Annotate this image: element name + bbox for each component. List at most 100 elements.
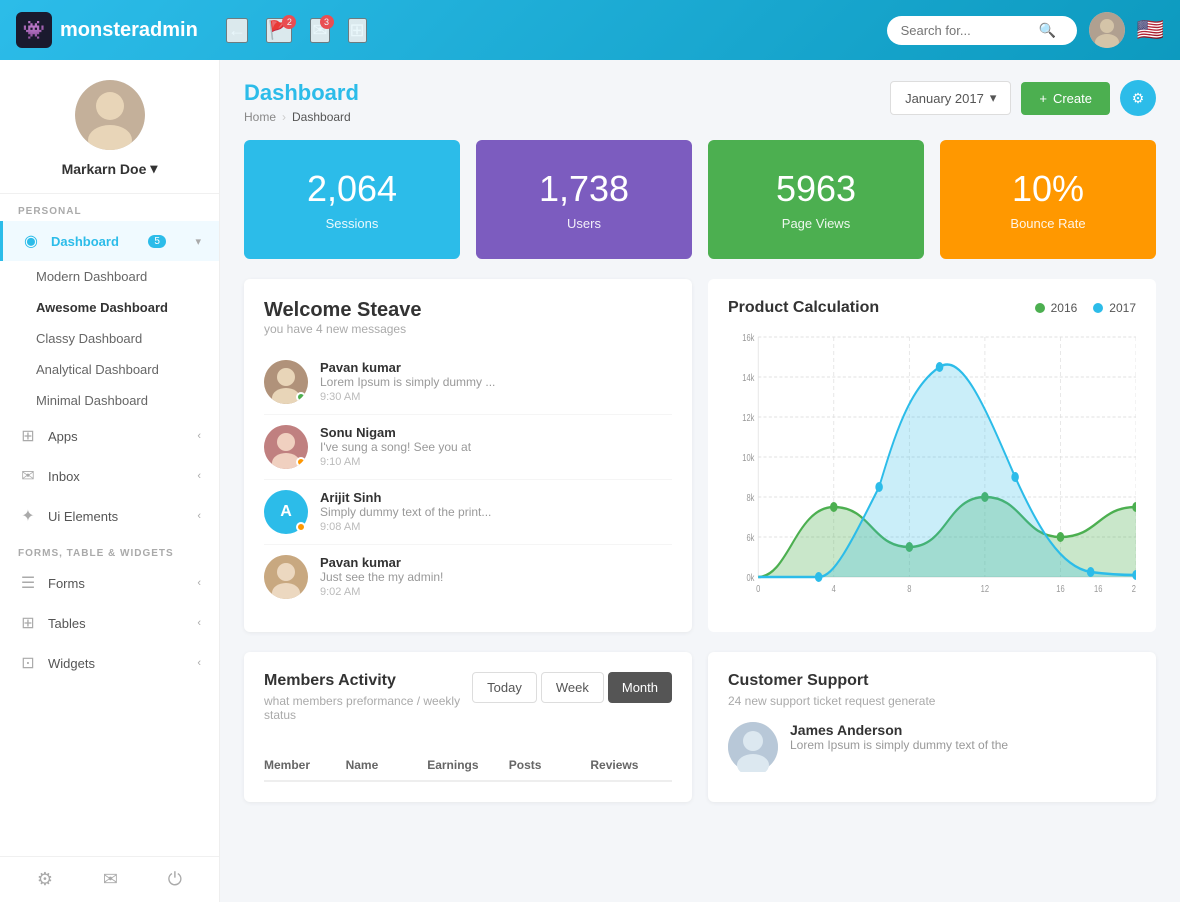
profile-dropdown-icon: ▾ [150, 160, 157, 177]
sidebar-item-dashboard[interactable]: ◉ Dashboard 5 ▾ [0, 221, 219, 261]
msg-content-1: Pavan kumar Lorem Ipsum is simply dummy … [320, 360, 495, 403]
support-person-name: James Anderson [790, 722, 1008, 738]
message-item-1: Pavan kumar Lorem Ipsum is simply dummy … [264, 350, 672, 415]
sidebar-item-ui-elements[interactable]: ✦ Ui Elements ‹ [0, 496, 219, 536]
msg-preview-1: Lorem Ipsum is simply dummy ... [320, 375, 495, 389]
svg-text:4: 4 [832, 583, 836, 594]
sidebar-item-awesome-dashboard[interactable]: Awesome Dashboard [0, 292, 219, 323]
support-avatar [728, 722, 778, 772]
msg-avatar-4 [264, 555, 308, 599]
sidebar-item-inbox[interactable]: ✉ Inbox ‹ [0, 456, 219, 496]
members-activity-title: Members Activity [264, 672, 472, 690]
welcome-chart-row: Welcome Steave you have 4 new messages P… [244, 279, 1156, 632]
mail-badge: 3 [320, 15, 334, 29]
dashboard-badge: 5 [148, 235, 166, 248]
avatar [75, 80, 145, 150]
msg-name-4: Pavan kumar [320, 555, 443, 570]
message-item-4: Pavan kumar Just see the my admin! 9:02 … [264, 545, 672, 609]
forms-label: Forms [48, 576, 85, 591]
grid-button[interactable]: ⊞ [348, 18, 367, 43]
sidebar-item-analytical-dashboard[interactable]: Analytical Dashboard [0, 354, 219, 385]
language-flag[interactable]: 🇺🇸 [1137, 17, 1164, 43]
legend-label-2017: 2017 [1109, 301, 1136, 315]
svg-text:0k: 0k [746, 572, 754, 583]
msg-content-2: Sonu Nigam I've sung a song! See you at … [320, 425, 471, 468]
user-avatar-top[interactable] [1089, 12, 1125, 48]
msg-preview-4: Just see the my admin! [320, 570, 443, 584]
col-member: Member [264, 758, 346, 772]
svg-text:14k: 14k [742, 372, 755, 383]
sidebar-item-tables[interactable]: ⊞ Tables ‹ [0, 603, 219, 643]
mail-button[interactable]: ✉3 [310, 18, 329, 43]
sidebar-item-modern-dashboard[interactable]: Modern Dashboard [0, 261, 219, 292]
sessions-value: 2,064 [307, 168, 397, 210]
legend-label-2016: 2016 [1051, 301, 1078, 315]
flag-button[interactable]: 🚩2 [266, 18, 292, 43]
brand-name: monsteradmin [60, 19, 198, 42]
logo-icon: 👾 [16, 12, 52, 48]
widgets-arrow-icon: ‹ [197, 657, 201, 669]
search-icon: 🔍 [1039, 22, 1056, 39]
welcome-panel: Welcome Steave you have 4 new messages P… [244, 279, 692, 632]
sidebar-item-classy-dashboard[interactable]: Classy Dashboard [0, 323, 219, 354]
online-indicator [296, 392, 306, 402]
stat-card-sessions: 2,064 Sessions [244, 140, 460, 259]
sidebar-item-widgets[interactable]: ⊡ Widgets ‹ [0, 643, 219, 683]
support-person-info: James Anderson Lorem Ipsum is simply dum… [790, 722, 1008, 752]
stat-cards-grid: 2,064 Sessions 1,738 Users 5963 Page Vie… [244, 140, 1156, 259]
msg-preview-2: I've sung a song! See you at [320, 440, 471, 454]
product-chart: 16k 14k 12k 10k 8k 6k 0k 0 4 8 12 16 16 … [728, 327, 1136, 607]
svg-text:16: 16 [1094, 583, 1102, 594]
create-label: Create [1053, 91, 1092, 106]
users-value: 1,738 [539, 168, 629, 210]
forms-arrow-icon: ‹ [197, 577, 201, 589]
customer-support-title: Customer Support [728, 672, 1136, 690]
tab-today[interactable]: Today [472, 672, 537, 703]
svg-text:8: 8 [907, 583, 911, 594]
msg-name-1: Pavan kumar [320, 360, 495, 375]
bounce-label: Bounce Rate [1010, 216, 1085, 231]
date-picker-button[interactable]: January 2017 ▾ [890, 81, 1011, 115]
sidebar-item-apps[interactable]: ⊞ Apps ‹ [0, 416, 219, 456]
bottom-row: Members Activity what members preformanc… [244, 652, 1156, 802]
col-earnings: Earnings [427, 758, 509, 772]
pageviews-value: 5963 [776, 168, 856, 210]
breadcrumb-current: Dashboard [292, 110, 351, 124]
col-reviews: Reviews [590, 758, 672, 772]
msg-avatar-3: A [264, 490, 308, 534]
profile-name[interactable]: Markarn Doe ▾ [62, 160, 158, 177]
chart-header: Product Calculation 2016 2017 [728, 299, 1136, 317]
header-settings-icon: ⚙ [1132, 90, 1145, 107]
sidebar-item-forms[interactable]: ☰ Forms ‹ [0, 563, 219, 603]
sidebar-item-minimal-dashboard[interactable]: Minimal Dashboard [0, 385, 219, 416]
settings-footer-icon[interactable]: ⚙ [37, 869, 53, 890]
sessions-label: Sessions [326, 216, 379, 231]
table-header: Member Name Earnings Posts Reviews [264, 750, 672, 782]
welcome-subtitle: you have 4 new messages [264, 322, 672, 336]
inbox-icon: ✉ [18, 466, 38, 486]
page-actions: January 2017 ▾ + Create ⚙ [890, 80, 1156, 116]
support-person: James Anderson Lorem Ipsum is simply dum… [728, 722, 1136, 772]
svg-text:8k: 8k [746, 492, 754, 503]
message-item-2: Sonu Nigam I've sung a song! See you at … [264, 415, 672, 480]
breadcrumb-home[interactable]: Home [244, 110, 276, 124]
power-footer-icon[interactable]: ⏻ [168, 869, 182, 890]
header-settings-button[interactable]: ⚙ [1120, 80, 1156, 116]
create-button[interactable]: + Create [1021, 82, 1110, 115]
msg-time-1: 9:30 AM [320, 391, 495, 403]
nav-icons-group: ← 🚩2 ✉3 ⊞ [226, 18, 887, 43]
mail-footer-icon[interactable]: ✉ [103, 869, 118, 890]
page-title-section: Dashboard Home › Dashboard [244, 80, 359, 124]
create-plus-icon: + [1039, 91, 1047, 106]
members-activity-panel: Members Activity what members preformanc… [244, 652, 692, 802]
tab-week[interactable]: Week [541, 672, 604, 703]
date-label: January 2017 [905, 91, 984, 106]
back-button[interactable]: ← [226, 18, 248, 43]
msg-name-3: Arijit Sinh [320, 490, 491, 505]
tab-month[interactable]: Month [608, 672, 672, 703]
support-person-text: Lorem Ipsum is simply dummy text of the [790, 738, 1008, 752]
search-input[interactable] [901, 23, 1031, 38]
message-item-3: A Arijit Sinh Simply dummy text of the p… [264, 480, 672, 545]
col-name: Name [346, 758, 428, 772]
section-label-forms: FORMS, TABLE & WIDGETS [0, 536, 219, 563]
